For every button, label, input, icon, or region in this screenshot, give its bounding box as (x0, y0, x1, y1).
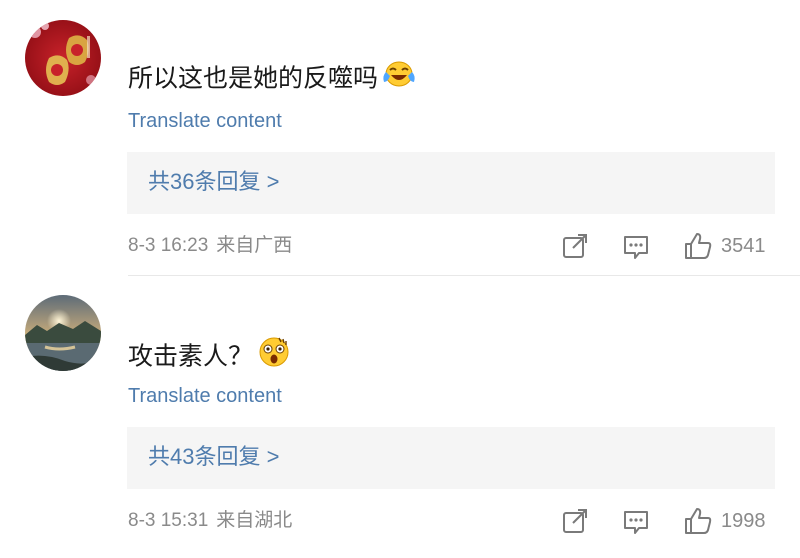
thumbs-up-icon (685, 508, 712, 534)
share-icon[interactable] (561, 232, 589, 260)
comment-meta: 8-3 15:31 来自湖北 (128, 509, 292, 533)
comment-text: 攻击素人？ (128, 337, 291, 379)
red-fortune-bag-avatar (25, 20, 101, 96)
comment-location: 来自广西 (216, 235, 293, 256)
comment-list: 所以这也是她的反噬吗 Translate content 共36条回复 > 8-… (0, 0, 800, 558)
replies-panel[interactable]: 共36条回复 > (127, 152, 775, 214)
comment-icon[interactable] (622, 508, 650, 536)
comment-item: 攻击素人？ Translate content 共43条回复 > 8-3 15:… (0, 276, 800, 558)
translate-link[interactable]: Translate content (128, 384, 282, 408)
share-icon[interactable] (561, 507, 589, 535)
comment-meta: 8-3 16:23 来自广西 (128, 234, 292, 258)
comment-time: 8-3 16:23 (128, 235, 209, 256)
lake-sunset-avatar (25, 295, 101, 371)
translate-link[interactable]: Translate content (128, 109, 282, 133)
replies-panel[interactable]: 共43条回复 > (127, 427, 775, 489)
thumbs-up-icon (685, 233, 712, 259)
laughing-tears-emoji-icon (382, 58, 416, 96)
comment-item: 所以这也是她的反噬吗 Translate content 共36条回复 > 8-… (0, 0, 800, 276)
view-replies-link[interactable]: 共36条回复 > (148, 167, 279, 197)
comment-text-content: 所以这也是她的反噬吗 (128, 64, 379, 93)
like-button[interactable]: 3541 (683, 230, 766, 262)
avatar[interactable] (25, 20, 101, 96)
like-count: 1998 (721, 510, 766, 532)
comment-icon[interactable] (622, 233, 650, 261)
like-button[interactable]: 1998 (683, 505, 766, 537)
shocked-face-emoji-icon (257, 334, 291, 376)
comment-time: 8-3 15:31 (128, 510, 209, 531)
comment-location: 来自湖北 (216, 510, 293, 531)
avatar[interactable] (25, 295, 101, 371)
comment-text-content: 攻击素人？ (128, 342, 254, 371)
comment-text: 所以这也是她的反噬吗 (128, 61, 416, 99)
like-count: 3541 (721, 235, 766, 257)
view-replies-link[interactable]: 共43条回复 > (148, 442, 279, 472)
